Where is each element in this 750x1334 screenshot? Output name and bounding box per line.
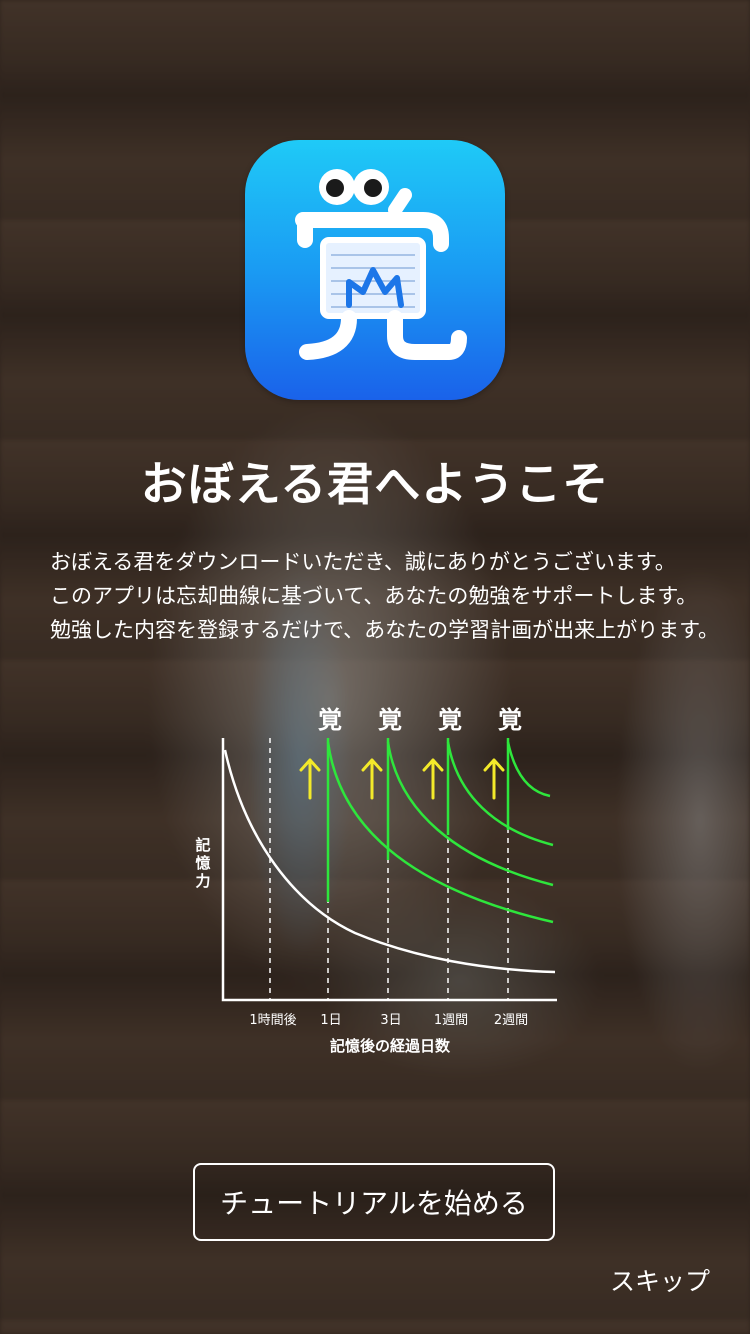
- welcome-title: おぼえる君へようこそ: [140, 457, 610, 511]
- description-line: 勉強した内容を登録するだけで、あなたの学習計画が出来上がります。: [50, 618, 720, 642]
- description-line: おぼえる君をダウンロードいただき、誠にありがとうございます。: [50, 550, 676, 574]
- up-arrow-icon: [483, 758, 505, 800]
- tick-label: 1日: [320, 1013, 341, 1028]
- tick-label: 2週間: [494, 1013, 528, 1028]
- review-mark-icon: 覚: [318, 706, 342, 734]
- x-axis-label: 記憶後の経過日数: [330, 1037, 451, 1055]
- review-arrows: [299, 758, 505, 800]
- review-mark-icon: 覚: [438, 706, 462, 734]
- review-curves: [326, 738, 554, 924]
- description-line: このアプリは忘却曲線に基づいて、あなたの勉強をサポートします。: [50, 584, 698, 608]
- forgetting-curve: [223, 749, 556, 974]
- welcome-description: おぼえる君をダウンロードいただき、誠にありがとうございます。 このアプリは忘却曲…: [50, 545, 730, 647]
- review-mark-icon: 覚: [378, 706, 402, 734]
- svg-text:記: 記: [195, 836, 210, 854]
- review-curve: [506, 741, 551, 798]
- review-curve: [386, 741, 554, 887]
- tick-label: 1時間後: [249, 1013, 296, 1028]
- forgetting-curve-graph: 覚 覚 覚 覚 記 憶 力 1時間後 1日 3日 1週間 2週間 記憶後の経過日…: [195, 706, 557, 1055]
- tick-label: 3日: [380, 1013, 401, 1028]
- svg-text:憶: 憶: [195, 854, 210, 872]
- start-tutorial-button[interactable]: チュートリアルを始める: [193, 1163, 555, 1241]
- app-icon: [245, 140, 505, 400]
- svg-text:力: 力: [195, 872, 210, 890]
- review-mark-icon: 覚: [498, 706, 522, 734]
- tick-label: 1週間: [434, 1013, 468, 1028]
- skip-button[interactable]: スキップ: [610, 1262, 710, 1298]
- up-arrow-icon: [361, 758, 383, 800]
- up-arrow-icon: [299, 758, 321, 800]
- review-curve: [446, 741, 554, 847]
- app-logo-graphic: [295, 169, 467, 360]
- y-axis-label: 記 憶 力: [195, 836, 210, 890]
- up-arrow-icon: [422, 758, 444, 800]
